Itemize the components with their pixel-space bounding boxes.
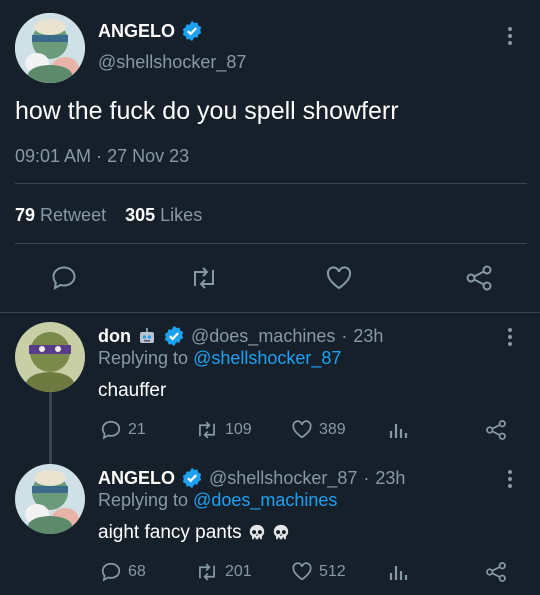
more-options-icon[interactable]	[507, 467, 513, 491]
share-icon[interactable]	[465, 264, 493, 292]
skull-icon	[249, 524, 264, 540]
tweet-text: how the fuck do you spell showferr	[15, 97, 399, 125]
like-icon	[292, 420, 312, 439]
replying-prefix: Replying to	[98, 490, 189, 510]
display-name-text[interactable]: ANGELO	[98, 21, 175, 42]
timestamp-separator: ·	[96, 146, 103, 166]
retweet-label: Retweet	[40, 205, 107, 225]
reply-icon	[101, 420, 121, 440]
tweet-date: 27 Nov 23	[107, 146, 190, 166]
retweet-count: 109	[225, 421, 252, 438]
display-name-text[interactable]: don	[98, 326, 131, 347]
replying-to: Replying to @does_machines	[98, 490, 337, 511]
reply-icon[interactable]	[50, 264, 78, 292]
analytics-icon[interactable]	[388, 562, 408, 582]
divider	[0, 312, 540, 313]
divider	[15, 183, 527, 184]
like-button[interactable]: 512	[291, 561, 346, 582]
thread-line	[49, 392, 52, 464]
reply-text-row: aight fancy pants	[98, 522, 290, 544]
reply-button[interactable]: 68	[100, 561, 146, 583]
robot-icon	[140, 328, 154, 343]
reply-count: 68	[128, 563, 146, 580]
timestamp-separator: ·	[363, 467, 370, 488]
reply-time: 23h	[353, 325, 384, 346]
engagement-stats: 79 Retweet 305 Likes	[15, 205, 202, 226]
replying-to: Replying to @shellshocker_87	[98, 348, 341, 369]
retweet-button[interactable]: 201	[195, 561, 252, 583]
display-name[interactable]: ANGELO	[98, 20, 203, 42]
retweet-icon	[199, 421, 215, 439]
reply-text: chauffer	[98, 380, 167, 401]
retweet-stat[interactable]: 79 Retweet	[15, 205, 111, 225]
share-icon[interactable]	[485, 419, 507, 441]
more-options-icon[interactable]	[507, 325, 513, 349]
reply-text: aight fancy pants	[98, 522, 242, 543]
display-name-text[interactable]: ANGELO	[98, 468, 175, 489]
replying-prefix: Replying to	[98, 348, 189, 368]
share-icon[interactable]	[485, 561, 507, 583]
handle[interactable]: @does_machines	[191, 326, 335, 347]
reply-header: ANGELO @shellshocker_87 · 23h	[98, 467, 405, 489]
like-count: 512	[319, 562, 346, 580]
verified-badge-icon	[182, 20, 202, 42]
tweet-timestamp: 09:01 AM · 27 Nov 23	[15, 146, 189, 167]
like-icon[interactable]	[325, 265, 353, 291]
likes-label: Likes	[160, 205, 203, 225]
like-icon	[292, 562, 312, 581]
verified-badge-icon	[182, 467, 202, 489]
reply-header: don @does_machines · 23h	[98, 325, 383, 347]
reply-count: 21	[128, 421, 146, 438]
skull-icon	[273, 524, 288, 540]
divider	[15, 243, 527, 244]
likes-count: 305	[125, 205, 156, 225]
avatar[interactable]	[15, 464, 85, 534]
like-count: 389	[319, 420, 346, 438]
retweet-icon[interactable]	[189, 264, 219, 292]
retweet-count: 79	[15, 205, 36, 225]
reply-time: 23h	[375, 467, 406, 488]
retweet-icon	[199, 563, 215, 581]
avatar[interactable]	[15, 322, 85, 392]
retweet-button[interactable]: 109	[195, 419, 252, 441]
handle[interactable]: @shellshocker_87	[98, 52, 246, 73]
replying-to-link[interactable]: @does_machines	[193, 490, 337, 510]
replying-to-link[interactable]: @shellshocker_87	[193, 348, 341, 368]
avatar[interactable]	[15, 13, 85, 83]
verified-badge-icon	[164, 325, 184, 347]
reply-icon	[101, 562, 121, 582]
more-options-icon[interactable]	[507, 24, 513, 48]
analytics-icon[interactable]	[388, 420, 408, 440]
tweet-time: 09:01 AM	[15, 146, 92, 166]
handle[interactable]: @shellshocker_87	[209, 468, 357, 489]
like-button[interactable]: 389	[291, 419, 346, 440]
reply-button[interactable]: 21	[100, 419, 146, 441]
timestamp-separator: ·	[341, 325, 348, 346]
likes-stat[interactable]: 305 Likes	[125, 205, 202, 225]
retweet-count: 201	[225, 563, 252, 580]
